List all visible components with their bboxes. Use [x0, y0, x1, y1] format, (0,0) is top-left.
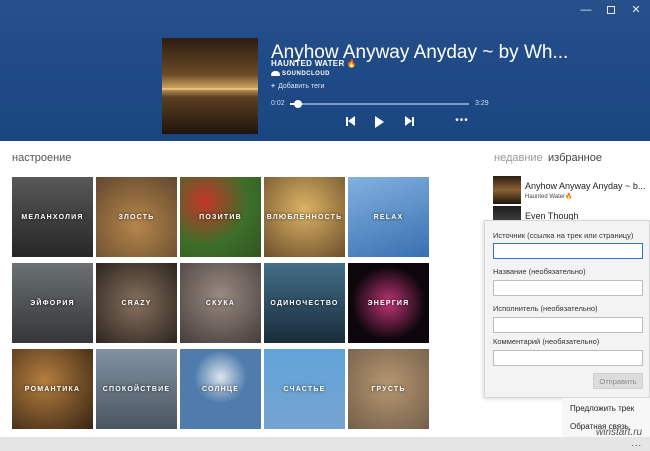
- progress-slider[interactable]: [290, 100, 469, 108]
- plus-icon: +: [271, 83, 276, 90]
- flame-icon: 🔥: [565, 194, 573, 200]
- mood-tile[interactable]: эйфория: [12, 263, 93, 343]
- maximize-icon: [607, 6, 615, 15]
- artist-label: Исполнитель (необязательно): [493, 304, 598, 313]
- menu-suggest-track[interactable]: Предложить трек: [570, 404, 634, 413]
- comment-label: Комментарий (необязательно): [493, 337, 600, 346]
- soundcloud-icon: [271, 71, 280, 76]
- mood-tile-label: эйфория: [30, 299, 75, 307]
- tab-favorites[interactable]: избранное: [548, 152, 602, 164]
- track-artist-label: HAUNTED WATER: [271, 59, 345, 68]
- source-input[interactable]: [493, 243, 643, 259]
- mood-tile-label: relax: [373, 213, 404, 221]
- mood-tile[interactable]: злость: [96, 177, 177, 257]
- next-button[interactable]: [402, 114, 416, 128]
- play-button[interactable]: [372, 114, 386, 128]
- recent-thumb: [493, 176, 521, 204]
- recent-artist: Haunted Water🔥: [525, 193, 573, 200]
- mood-tile[interactable]: одиночество: [264, 263, 345, 343]
- minimize-button[interactable]: —: [573, 3, 599, 17]
- mood-tile[interactable]: relax: [348, 177, 429, 257]
- name-input[interactable]: [493, 280, 643, 296]
- close-button[interactable]: ✕: [623, 3, 649, 17]
- comment-input[interactable]: [493, 350, 643, 366]
- source-label: Источник (ссылка на трек или страницу): [493, 231, 634, 240]
- mood-tile-label: солнце: [201, 385, 240, 393]
- mood-tile[interactable]: солнце: [180, 349, 261, 429]
- bottom-app-bar: ...: [0, 437, 650, 451]
- suggest-track-dialog: Источник (ссылка на трек или страницу) Н…: [484, 220, 650, 398]
- mood-tile-label: скука: [205, 299, 236, 307]
- mood-tile-label: спокойствие: [102, 385, 171, 393]
- name-label: Название (необязательно): [493, 267, 586, 276]
- time-current: 0:02: [271, 100, 285, 107]
- mood-tile-label: одиночество: [270, 299, 339, 307]
- previous-button[interactable]: [343, 114, 357, 128]
- add-tags-button[interactable]: + Добавить теги: [271, 83, 324, 90]
- mood-tile[interactable]: влюбленность: [264, 177, 345, 257]
- mood-tile[interactable]: романтика: [12, 349, 93, 429]
- mood-tile[interactable]: грусть: [348, 349, 429, 429]
- recent-title: Anyhow Anyway Anyday ~ b...: [525, 181, 646, 191]
- more-options-button[interactable]: •••: [455, 114, 469, 128]
- mood-tile-label: романтика: [24, 385, 81, 393]
- mood-tile[interactable]: скука: [180, 263, 261, 343]
- mood-tile-label: энергия: [367, 299, 410, 307]
- add-tags-label: Добавить теги: [278, 83, 325, 90]
- player-header: — ✕ Anyhow Anyway Anyday ~ by Wh... HAUN…: [0, 0, 650, 141]
- mood-tile[interactable]: позитив: [180, 177, 261, 257]
- maximize-button[interactable]: [598, 3, 624, 17]
- submit-button[interactable]: Отправить: [593, 373, 643, 389]
- soundcloud-link[interactable]: SOUNDCLOUD: [271, 71, 330, 77]
- mood-tile[interactable]: энергия: [348, 263, 429, 343]
- mood-tile-label: crazy: [121, 299, 152, 307]
- mood-tile-label: позитив: [199, 213, 242, 221]
- mood-tile-label: грусть: [371, 385, 406, 393]
- recent-artist-label: Haunted Water: [525, 194, 566, 200]
- progress-knob[interactable]: [293, 100, 302, 108]
- next-icon: [404, 116, 412, 127]
- mood-section-title: настроение: [12, 152, 72, 164]
- time-total: 3:29: [475, 100, 489, 107]
- bottom-more-button[interactable]: ...: [631, 438, 642, 448]
- mood-tile[interactable]: меланхолия: [12, 177, 93, 257]
- artist-input[interactable]: [493, 317, 643, 333]
- cover-horizon: [162, 88, 258, 90]
- mood-tile[interactable]: счастье: [264, 349, 345, 429]
- recent-item[interactable]: Anyhow Anyway Anyday ~ b... Haunted Wate…: [493, 176, 650, 206]
- mood-tile[interactable]: crazy: [96, 263, 177, 343]
- mood-tile-label: меланхолия: [21, 213, 84, 221]
- mood-grid: меланхолия злость позитив влюбленность relax…: [12, 177, 429, 429]
- flame-icon: 🔥: [346, 59, 357, 68]
- mood-tile-label: счастье: [283, 385, 326, 393]
- mood-tile-label: влюбленность: [266, 213, 343, 221]
- mood-tile-label: злость: [118, 213, 155, 221]
- source-label: SOUNDCLOUD: [282, 71, 330, 78]
- album-cover: [162, 38, 258, 134]
- play-icon: [374, 115, 384, 128]
- mood-tile[interactable]: спокойствие: [96, 349, 177, 429]
- track-artist[interactable]: HAUNTED WATER 🔥: [271, 59, 357, 68]
- tab-recent[interactable]: недавние: [494, 152, 543, 164]
